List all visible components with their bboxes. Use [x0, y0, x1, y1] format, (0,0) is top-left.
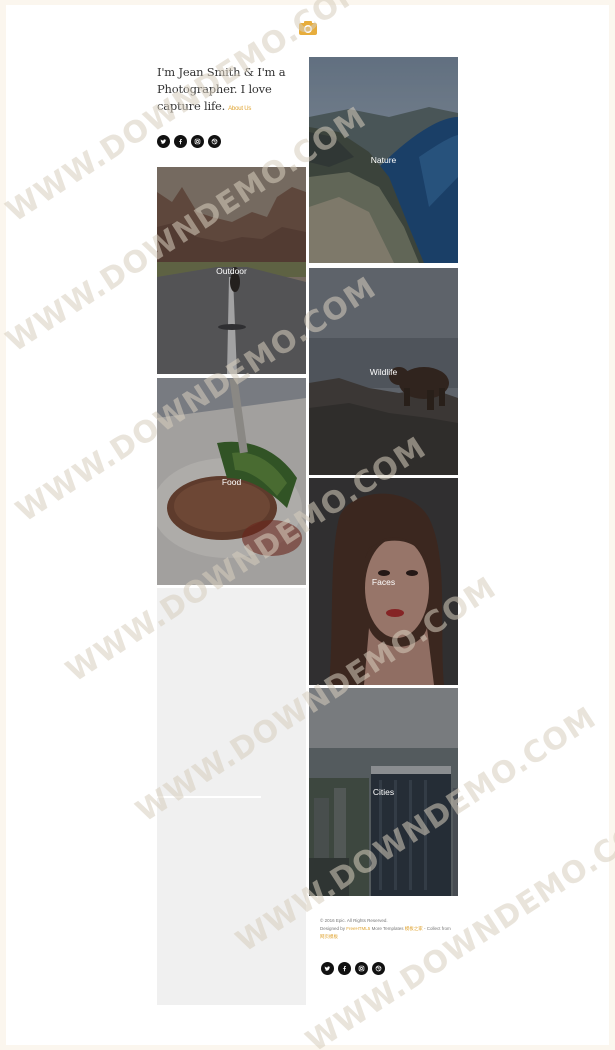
tile-faces[interactable]: Faces: [309, 478, 458, 685]
tile-label: Outdoor: [216, 265, 247, 276]
tile-cities[interactable]: Cities: [309, 688, 458, 896]
footer: © 2016 Epic. All Rights Reserved. Design…: [320, 917, 460, 941]
footer-social-links: [321, 962, 385, 975]
divider: [157, 796, 261, 798]
instagram-icon[interactable]: [355, 962, 368, 975]
camera-logo-icon[interactable]: [298, 20, 318, 36]
about-link[interactable]: About Us: [228, 106, 251, 112]
designed-mid: More Templates: [371, 926, 404, 931]
tile-label: Wildlife: [369, 366, 398, 377]
tile-label: Nature: [370, 155, 397, 165]
designer-link[interactable]: FreeHTML5: [346, 926, 370, 931]
tile-outdoor[interactable]: Outdoor: [157, 167, 306, 374]
intro: I'm Jean Smith & I'm a Photographer. I l…: [157, 64, 303, 118]
copyright: © 2016 Epic. All Rights Reserved.: [320, 918, 388, 923]
tile-label: Food: [221, 476, 242, 487]
intro-text-body: I'm Jean Smith & I'm a Photographer. I l…: [157, 65, 286, 113]
tile-label: Cities: [372, 787, 395, 797]
dribbble-icon[interactable]: [208, 135, 221, 148]
tile-food[interactable]: Food: [157, 378, 306, 585]
tile-nature[interactable]: Nature: [309, 57, 458, 263]
credits: Designed by FreeHTML5 More Templates 模板之…: [320, 925, 460, 933]
tile-wildlife[interactable]: Wildlife: [309, 268, 458, 475]
dribbble-icon[interactable]: [372, 962, 385, 975]
collect-link[interactable]: 网页模板: [320, 934, 338, 939]
intro-social-links: [157, 135, 221, 148]
more-templates-link[interactable]: 模板之家: [405, 926, 423, 931]
collect-from: - Collect from: [424, 926, 451, 931]
twitter-icon[interactable]: [157, 135, 170, 148]
designed-prefix: Designed by: [320, 926, 346, 931]
twitter-icon[interactable]: [321, 962, 334, 975]
intro-text: I'm Jean Smith & I'm a Photographer. I l…: [157, 64, 303, 118]
instagram-icon[interactable]: [191, 135, 204, 148]
facebook-icon[interactable]: [174, 135, 187, 148]
facebook-icon[interactable]: [338, 962, 351, 975]
tile-label: Faces: [371, 576, 396, 587]
page: [6, 5, 609, 1045]
